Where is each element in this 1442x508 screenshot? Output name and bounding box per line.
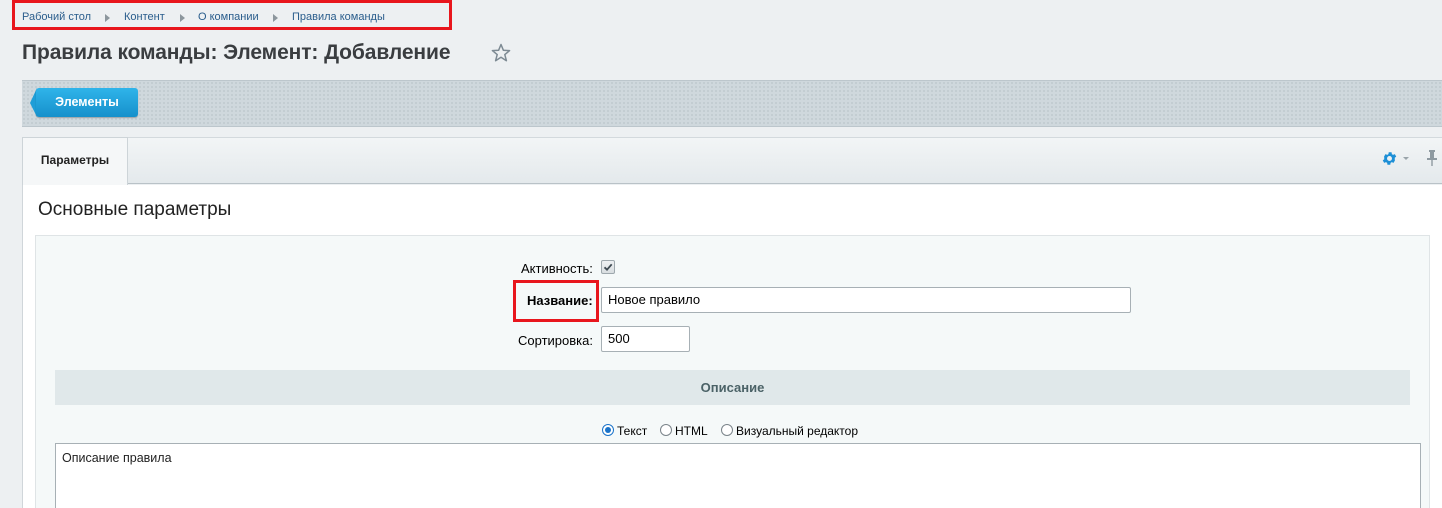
toolbar	[22, 80, 1442, 127]
mode-html-label[interactable]: HTML	[675, 424, 708, 438]
sort-input[interactable]: 500	[601, 326, 690, 352]
tab-bar	[22, 137, 1442, 184]
breadcrumb-item-team-rules[interactable]: Правила команды	[292, 11, 385, 23]
star-icon[interactable]	[491, 43, 511, 63]
tab-parameters[interactable]: Параметры	[22, 137, 128, 185]
chevron-down-icon[interactable]	[1403, 157, 1409, 160]
checkmark-icon	[603, 263, 613, 272]
chevron-right-icon	[105, 14, 110, 22]
chevron-right-icon	[180, 14, 185, 22]
mode-html-radio[interactable]	[660, 424, 672, 436]
gear-icon[interactable]	[1381, 150, 1398, 167]
name-label: Название:	[527, 293, 593, 308]
description-header: Описание	[55, 370, 1410, 405]
breadcrumb-item-about[interactable]: О компании	[198, 11, 259, 23]
sort-label: Сортировка:	[518, 333, 593, 348]
breadcrumb-item-content[interactable]: Контент	[124, 11, 165, 23]
name-input[interactable]: Новое правило	[601, 287, 1131, 313]
active-checkbox[interactable]	[601, 260, 615, 274]
breadcrumb-item-desktop[interactable]: Рабочий стол	[22, 11, 91, 23]
elements-button[interactable]: Элементы	[36, 88, 138, 117]
pin-icon[interactable]	[1425, 149, 1439, 167]
chevron-right-icon	[273, 14, 278, 22]
active-label: Активность:	[521, 261, 593, 276]
mode-text-radio[interactable]	[602, 424, 614, 436]
description-textarea[interactable]: Описание правила	[55, 443, 1421, 508]
page-title: Правила команды: Элемент: Добавление	[22, 41, 451, 64]
section-title: Основные параметры	[38, 199, 232, 220]
mode-visual-label[interactable]: Визуальный редактор	[736, 424, 858, 438]
mode-visual-radio[interactable]	[721, 424, 733, 436]
mode-text-label[interactable]: Текст	[617, 424, 647, 438]
